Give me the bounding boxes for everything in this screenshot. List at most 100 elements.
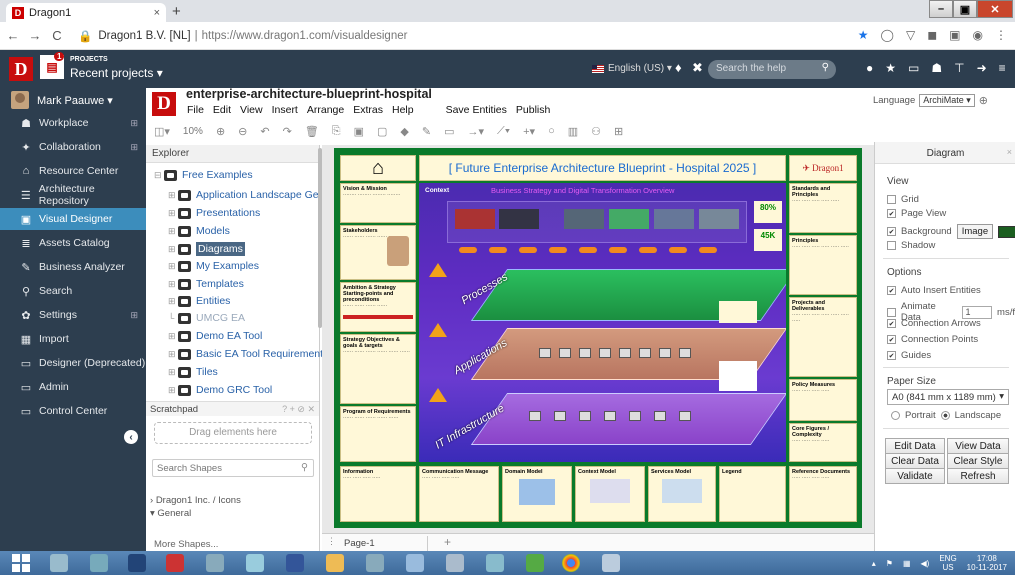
chrome-icon[interactable] [562,554,580,572]
core-figures-cell[interactable]: Core Figures / Complexity ····· ····· ···… [789,423,857,462]
browser-tab[interactable]: D Dragon1 × [6,3,166,22]
more-shapes-button[interactable]: More Shapes... [154,539,218,550]
sidebar-item-search[interactable]: ⚲ Search [0,280,146,302]
users-icon[interactable]: ☗ [931,61,942,75]
sidebar-item-collaboration[interactable]: ✦ Collaboration ⊞ [0,136,146,158]
animate-data-checkbox[interactable] [887,307,896,317]
tree-item[interactable]: ⊞ Application Landscape Genera [168,189,340,201]
minimize-button[interactable]: – [929,0,953,18]
tray-arrow-icon[interactable]: ▴ [872,559,876,568]
architecture-main-panel[interactable]: Context Business Strategy and Digital Tr… [419,183,786,462]
background-image-button[interactable]: Image [956,224,994,239]
taskbar-app-icon[interactable] [406,554,424,572]
projects-deliverables-cell[interactable]: Projects and Deliverables ····· ····· ···… [789,297,857,377]
sidebar-item-business-analyzer[interactable]: ✎ Business Analyzer [0,256,146,278]
taskbar-app-icon[interactable] [246,554,264,572]
search-icon[interactable]: ⚲ [822,62,829,73]
sidebar-item-settings[interactable]: ✿ Settings ⊞ [0,304,146,326]
tree-item[interactable]: ⊞ Tiles [168,366,218,378]
shadow-icon[interactable]: ▭ [444,125,454,138]
grid-checkbox[interactable] [887,195,896,204]
reference-documents-cell[interactable]: Reference Documents ····· ····· ····· ···… [789,466,857,522]
menu-extras[interactable]: Extras [353,104,383,116]
clear-data-button[interactable]: Clear Data [885,453,945,469]
line-color-icon[interactable]: ✎ [422,125,431,138]
expand-toggle-icon[interactable]: ⊞ [168,226,178,237]
expand-toggle-icon[interactable]: ⊞ [168,190,178,201]
expand-toggle-icon[interactable]: ⊞ [168,244,178,255]
to-back-icon[interactable]: ▢ [377,125,387,138]
taskbar-app-icon[interactable] [90,554,108,572]
dragon1-logo[interactable]: D [9,57,33,81]
delete-icon[interactable]: 🗑 [305,125,319,138]
tree-item[interactable]: ⊞ Demo GRC Tool [168,384,272,396]
scratchpad-drop-zone[interactable]: Drag elements here [154,422,312,444]
expand-toggle-icon[interactable]: ⊞ [168,296,178,307]
search-icon[interactable]: ⚲ [301,462,308,473]
expand-icon[interactable]: ⊞ [130,142,138,153]
tree-root-free-examples[interactable]: ⊟ Free Examples [154,169,253,181]
tree-item[interactable]: ⊞ Models [168,225,230,237]
guides-checkbox[interactable]: ✔ [887,351,896,360]
connection-arrows-checkbox[interactable]: ✔ [887,319,896,328]
scratchpad-title[interactable]: Scratchpad ? + ⊘ ✕ [146,401,319,416]
shadow-option[interactable]: Shadow [887,240,935,251]
file-explorer-icon[interactable] [50,554,68,572]
page-view-checkbox[interactable]: ✔ [887,209,896,218]
menu-arrange[interactable]: Arrange [307,104,344,116]
help-icon[interactable]: ● [866,61,873,75]
forward-icon[interactable]: → [26,28,44,43]
tree-item[interactable]: ⊞ Presentations [168,207,260,219]
extension-icon[interactable]: ◼ [927,28,937,42]
clock[interactable]: 17:08 10-11-2017 [967,554,1007,572]
guides-option[interactable]: ✔ Guides [887,350,931,361]
portrait-radio[interactable] [891,411,900,420]
close-icon[interactable]: × [1007,147,1012,157]
stakeholders-cell[interactable]: Stakeholders ······ ······ ······ ······ … [340,225,416,280]
expand-toggle-icon[interactable]: ⊞ [168,349,178,360]
legend-cell[interactable]: Legend [719,466,786,522]
sitemap-icon[interactable]: ⚇ [591,125,601,138]
windows-start-icon[interactable] [12,554,30,572]
connection-icon[interactable]: →▾ [468,125,485,138]
taskbar-app-icon[interactable] [526,554,544,572]
close-tab-icon[interactable]: × [154,7,160,19]
shape-library-icons[interactable]: › Dragon1 Inc. / Icons [150,495,241,506]
expand-toggle-icon[interactable]: ⊞ [168,385,178,396]
auto-insert-checkbox[interactable]: ✔ [887,286,896,295]
expand-icon[interactable]: ⊞ [130,310,138,321]
menu-icon[interactable]: ⋮ [995,28,1007,42]
taskbar-app-icon[interactable] [446,554,464,572]
menu-edit[interactable]: Edit [213,104,231,116]
information-cell[interactable]: Information ····· ····· ····· ····· [340,466,416,522]
zoom-in-icon[interactable]: ⊕ [216,125,225,138]
taskbar-app-icon[interactable] [486,554,504,572]
home-icon[interactable]: ⌂ [340,155,416,181]
sidebar-item-visual-designer[interactable]: ▣ Visual Designer [0,208,146,230]
ambition-strategy-cell[interactable]: Ambition & Strategy Starting-points and … [340,282,416,332]
services-model-cell[interactable]: Services Model [648,466,716,522]
tools-icon[interactable]: ✖ [692,60,703,76]
tree-item[interactable]: ⊞ Demo EA Tool [168,330,262,342]
grid-option[interactable]: Grid [887,194,919,205]
background-color-swatch[interactable] [998,225,1015,238]
shape-library-general[interactable]: ▾ General [150,508,191,519]
edit-data-button[interactable]: Edit Data [885,438,945,454]
globe-icon[interactable]: ⊕ [979,94,988,107]
tree-item[interactable]: └ UMCG EA [168,312,245,324]
add-page-button[interactable]: + [444,535,451,549]
projects-icon[interactable]: ▤ 1 [40,52,65,79]
bookmark-star-icon[interactable]: ★ [858,28,869,42]
strategy-objectives-cell[interactable]: Strategy Objectives & goals & targets ···… [340,334,416,404]
fill-color-icon[interactable]: ◆ [400,125,408,138]
zoom-out-icon[interactable]: ⊖ [238,125,247,138]
menu-view[interactable]: View [240,104,263,116]
connection-points-option[interactable]: ✔ Connection Points [887,334,978,345]
save-icon[interactable] [128,554,146,572]
undo-icon[interactable]: ↶ [260,125,269,138]
tab-page-1[interactable]: Page-1 [338,536,428,551]
sidebar-item-control-center[interactable]: ▭ Control Center [0,400,146,422]
requirements-cell[interactable]: Program of Requirements ······ ······ ···… [340,406,416,462]
auto-insert-option[interactable]: ✔ Auto Insert Entities [887,285,981,296]
clear-style-button[interactable]: Clear Style [947,453,1009,469]
